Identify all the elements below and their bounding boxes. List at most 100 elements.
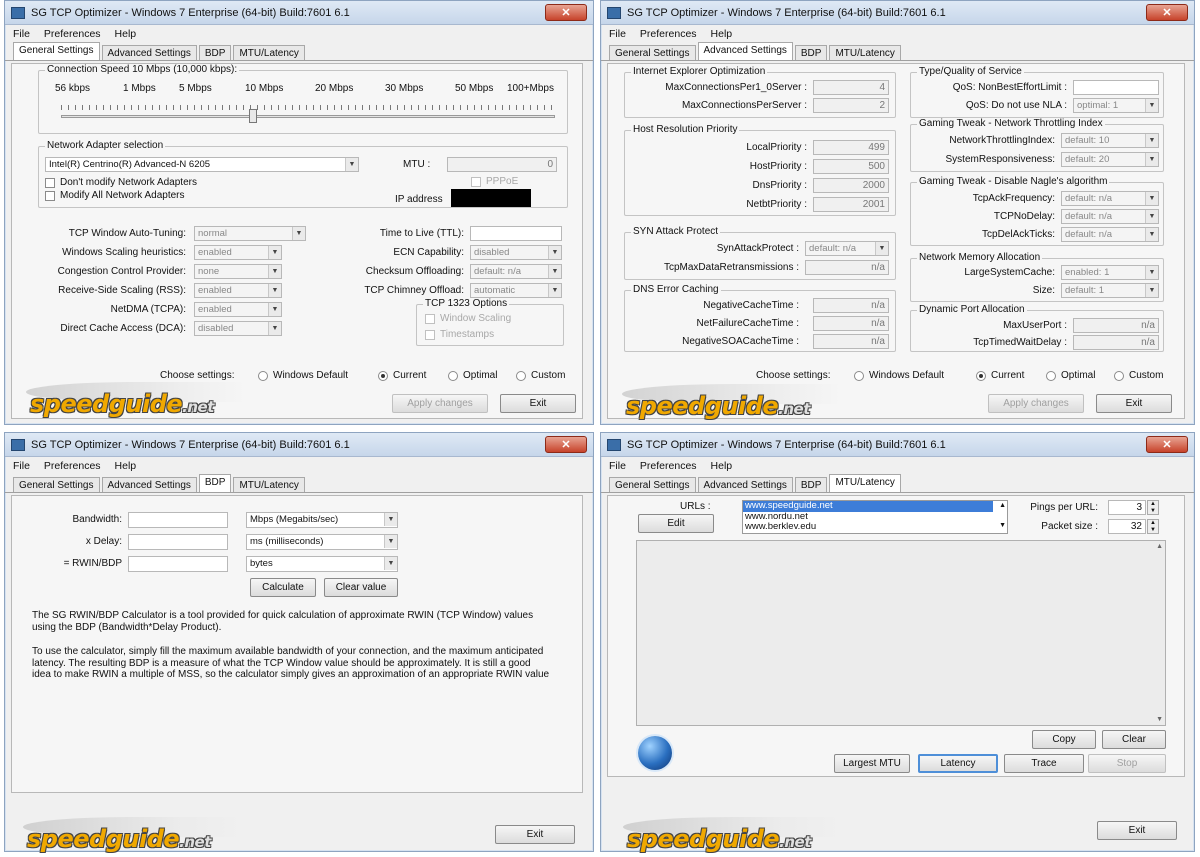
tcp-chimney-dropdown[interactable]: automatic ▼: [470, 283, 562, 298]
radio-custom[interactable]: Custom: [1114, 370, 1163, 381]
tab-advanced-settings[interactable]: Advanced Settings: [101, 477, 197, 492]
tab-advanced-settings[interactable]: Advanced Settings: [697, 477, 793, 492]
stop-button[interactable]: Stop: [1088, 754, 1166, 773]
bandwidth-input[interactable]: [128, 512, 228, 528]
scroll-down-icon[interactable]: ▼: [1156, 716, 1163, 723]
title-bar[interactable]: SG TCP Optimizer - Windows 7 Enterprise …: [601, 433, 1194, 457]
copy-button[interactable]: Copy: [1032, 730, 1096, 749]
windows-scaling-heuristics-dropdown[interactable]: enabled ▼: [194, 245, 282, 260]
tcp-no-delay-dropdown[interactable]: default: n/a ▼: [1061, 209, 1159, 224]
tcp-window-autotuning-dropdown[interactable]: normal ▼: [194, 226, 306, 241]
rss-dropdown[interactable]: enabled ▼: [194, 283, 282, 298]
menu-file[interactable]: File: [13, 460, 30, 472]
menu-preferences[interactable]: Preferences: [44, 28, 101, 40]
tab-advanced-settings[interactable]: Advanced Settings: [101, 45, 197, 60]
clear-value-button[interactable]: Clear value: [324, 578, 398, 597]
netbt-priority-field[interactable]: 2001: [813, 197, 889, 212]
menu-help[interactable]: Help: [115, 28, 137, 40]
tab-bdp[interactable]: BDP: [794, 477, 828, 492]
clear-button[interactable]: Clear: [1102, 730, 1166, 749]
large-system-cache-dropdown[interactable]: enabled: 1 ▼: [1061, 265, 1159, 280]
host-priority-field[interactable]: 500: [813, 159, 889, 174]
system-responsiveness-dropdown[interactable]: default: 20 ▼: [1061, 152, 1159, 167]
radio-optimal[interactable]: Optimal: [448, 370, 497, 381]
radio-custom[interactable]: Custom: [516, 370, 565, 381]
tab-mtu-latency[interactable]: MTU/Latency: [233, 477, 305, 492]
radio-optimal[interactable]: Optimal: [1046, 370, 1095, 381]
close-button[interactable]: ✕: [1146, 436, 1188, 453]
speed-slider-thumb[interactable]: [249, 109, 257, 123]
tab-general-settings[interactable]: General Settings: [609, 477, 696, 492]
tab-mtu-latency[interactable]: MTU/Latency: [233, 45, 305, 60]
radio-current[interactable]: Current: [378, 370, 426, 381]
adapter-dropdown[interactable]: Intel(R) Centrino(R) Advanced-N 6205 ▼: [45, 157, 359, 172]
net-failure-cache-time-field[interactable]: n/a: [813, 316, 889, 331]
exit-button[interactable]: Exit: [1096, 394, 1172, 413]
bandwidth-unit-dropdown[interactable]: Mbps (Megabits/sec) ▼: [246, 512, 398, 528]
max-conn-per-1-0-field[interactable]: 4: [813, 80, 889, 95]
negative-cache-time-field[interactable]: n/a: [813, 298, 889, 313]
trace-button[interactable]: Trace: [1004, 754, 1084, 773]
radio-windows-default[interactable]: Windows Default: [258, 370, 348, 381]
tab-mtu-latency[interactable]: MTU/Latency: [829, 45, 901, 60]
negative-soa-cache-time-field[interactable]: n/a: [813, 334, 889, 349]
modify-all-checkbox[interactable]: Modify All Network Adapters: [45, 190, 185, 201]
tab-bdp[interactable]: BDP: [198, 474, 232, 492]
tcp-ack-frequency-dropdown[interactable]: default: n/a ▼: [1061, 191, 1159, 206]
tab-advanced-settings[interactable]: Advanced Settings: [697, 42, 793, 60]
exit-button[interactable]: Exit: [1097, 821, 1177, 840]
tab-general-settings[interactable]: General Settings: [13, 477, 100, 492]
tab-bdp[interactable]: BDP: [198, 45, 232, 60]
speed-slider-track[interactable]: [61, 115, 555, 118]
menu-preferences[interactable]: Preferences: [44, 460, 101, 472]
url-list[interactable]: www.speedguide.net www.nordu.net www.ber…: [742, 500, 1008, 534]
checksum-offloading-dropdown[interactable]: default: n/a ▼: [470, 264, 562, 279]
url-item-selected[interactable]: www.speedguide.net: [743, 500, 993, 512]
rwin-unit-dropdown[interactable]: bytes ▼: [246, 556, 398, 572]
qos-do-not-use-nla-dropdown[interactable]: optimal: 1 ▼: [1073, 98, 1159, 113]
menu-help[interactable]: Help: [711, 460, 733, 472]
pings-spinner[interactable]: ▲ ▼: [1147, 500, 1159, 515]
scroll-up-icon[interactable]: ▲: [999, 501, 1006, 512]
title-bar[interactable]: SG TCP Optimizer - Windows 7 Enterprise …: [5, 1, 593, 25]
syn-attack-protect-dropdown[interactable]: default: n/a ▼: [805, 241, 889, 256]
max-conn-per-server-field[interactable]: 2: [813, 98, 889, 113]
title-bar[interactable]: SG TCP Optimizer - Windows 7 Enterprise …: [601, 1, 1194, 25]
results-output[interactable]: ▲ ▼: [636, 540, 1166, 726]
apply-changes-button[interactable]: Apply changes: [988, 394, 1084, 413]
packet-size-input[interactable]: 32: [1108, 519, 1146, 534]
delay-unit-dropdown[interactable]: ms (milliseconds) ▼: [246, 534, 398, 550]
url-item[interactable]: www.berklev.edu: [743, 521, 1007, 533]
exit-button[interactable]: Exit: [495, 825, 575, 844]
exit-button[interactable]: Exit: [500, 394, 576, 413]
max-user-port-field[interactable]: n/a: [1073, 318, 1159, 333]
pppoe-checkbox[interactable]: PPPoE: [471, 176, 518, 187]
radio-current[interactable]: Current: [976, 370, 1024, 381]
scroll-up-icon[interactable]: ▲: [1156, 543, 1163, 550]
ttl-field[interactable]: [470, 226, 562, 241]
tcp-max-data-retransmissions-field[interactable]: n/a: [805, 260, 889, 275]
netdma-dropdown[interactable]: enabled ▼: [194, 302, 282, 317]
title-bar[interactable]: SG TCP Optimizer - Windows 7 Enterprise …: [5, 433, 593, 457]
calculate-button[interactable]: Calculate: [250, 578, 316, 597]
dns-priority-field[interactable]: 2000: [813, 178, 889, 193]
close-button[interactable]: ✕: [545, 4, 587, 21]
window-scaling-checkbox[interactable]: Window Scaling: [425, 313, 511, 324]
size-dropdown[interactable]: default: 1 ▼: [1061, 283, 1159, 298]
menu-file[interactable]: File: [609, 28, 626, 40]
tab-general-settings[interactable]: General Settings: [609, 45, 696, 60]
mtu-field[interactable]: 0: [447, 157, 557, 172]
menu-preferences[interactable]: Preferences: [640, 28, 697, 40]
pings-per-url-input[interactable]: 3: [1108, 500, 1146, 515]
tcp-timed-wait-delay-field[interactable]: n/a: [1073, 335, 1159, 350]
largest-mtu-button[interactable]: Largest MTU: [834, 754, 910, 773]
dont-modify-checkbox[interactable]: Don't modify Network Adapters: [45, 177, 197, 188]
menu-help[interactable]: Help: [711, 28, 733, 40]
scroll-down-icon[interactable]: ▼: [999, 521, 1006, 532]
menu-help[interactable]: Help: [115, 460, 137, 472]
dca-dropdown[interactable]: disabled ▼: [194, 321, 282, 336]
congestion-control-dropdown[interactable]: none ▼: [194, 264, 282, 279]
qos-non-best-effort-field[interactable]: [1073, 80, 1159, 95]
menu-file[interactable]: File: [13, 28, 30, 40]
close-button[interactable]: ✕: [1146, 4, 1188, 21]
